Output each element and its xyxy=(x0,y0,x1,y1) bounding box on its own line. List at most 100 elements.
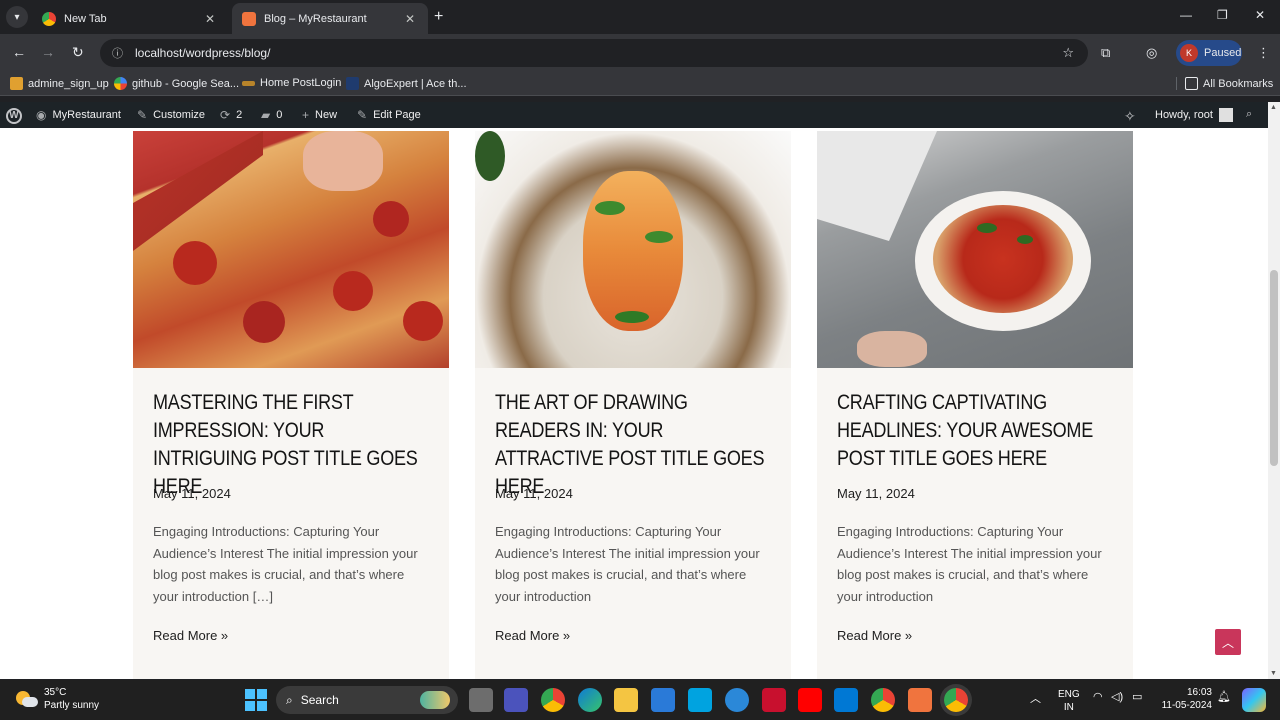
post-card: CRAFTING CAPTIVATING HEADLINES: YOUR AWE… xyxy=(817,131,1133,679)
reload-icon[interactable]: ↻ xyxy=(72,44,84,61)
post-title[interactable]: THE ART OF DRAWING READERS IN: YOUR ATTR… xyxy=(495,389,775,501)
close-window-icon[interactable]: ✕ xyxy=(1255,8,1265,22)
menu-icon[interactable]: ⋮ xyxy=(1257,45,1270,61)
post-image-pasta[interactable] xyxy=(475,131,791,368)
copilot-icon[interactable] xyxy=(1242,688,1266,712)
teams-icon[interactable] xyxy=(504,688,528,712)
edge-icon[interactable] xyxy=(578,688,602,712)
copilot-icon[interactable]: ◎ xyxy=(1146,45,1157,61)
pencil-icon: ✎ xyxy=(357,108,368,122)
new-content-link[interactable]: + New xyxy=(302,108,337,122)
extensions-icon[interactable]: ⧉ xyxy=(1101,45,1110,61)
profile-button[interactable]: K Paused xyxy=(1176,40,1242,66)
updates-link[interactable]: ⟳ 2 xyxy=(220,108,242,122)
weather-widget[interactable]: 35°C Partly sunny xyxy=(14,686,99,712)
taskbar-search[interactable]: ⌕ Search xyxy=(276,686,458,714)
all-bookmarks[interactable]: All Bookmarks xyxy=(1176,77,1273,90)
chrome-profile-icon[interactable] xyxy=(944,688,968,712)
profile-status: Paused xyxy=(1204,47,1242,59)
language-code: ENG xyxy=(1058,689,1080,700)
page-content: MASTERING THE FIRST IMPRESSION: YOUR INT… xyxy=(0,128,1268,679)
xampp-icon[interactable] xyxy=(908,688,932,712)
youtube-icon[interactable] xyxy=(798,688,822,712)
tab-new-tab[interactable]: New Tab ✕ xyxy=(32,3,228,34)
read-more-link[interactable]: Read More » xyxy=(495,628,570,643)
minimize-icon[interactable]: — xyxy=(1180,8,1192,22)
maximize-icon[interactable]: ❐ xyxy=(1217,8,1228,22)
bookmark-star-icon[interactable]: ☆ xyxy=(1062,45,1074,61)
search-icon[interactable]: ⌕ xyxy=(1246,108,1252,121)
edit-page-label: Edit Page xyxy=(373,109,421,121)
comments-link[interactable]: ▰ 0 xyxy=(261,108,282,122)
address-bar[interactable]: ⓘ localhost/wordpress/blog/ ☆ xyxy=(100,39,1088,67)
file-explorer-icon[interactable] xyxy=(614,688,638,712)
wp-admin-bar: W ◉ MyRestaurant ✎ Customize ⟳ 2 ▰ 0 + N… xyxy=(0,102,1280,128)
language-indicator[interactable]: ENG IN xyxy=(1058,688,1080,714)
close-tab-icon[interactable]: ✕ xyxy=(402,12,418,26)
new-tab-button[interactable]: + xyxy=(434,8,443,26)
bookmark-item[interactable]: github - Google Sea... xyxy=(114,77,239,90)
site-icon xyxy=(242,11,256,26)
my-account-link[interactable]: Howdy, root xyxy=(1155,108,1233,122)
search-label: Search xyxy=(300,693,339,707)
tray-overflow-icon[interactable]: ︿ xyxy=(1030,690,1041,706)
back-icon[interactable]: ← xyxy=(12,44,26,60)
bookmark-item[interactable]: admine_sign_up xyxy=(10,77,109,90)
post-excerpt: Engaging Introductions: Capturing Your A… xyxy=(495,524,760,604)
site-info-icon[interactable]: ⓘ xyxy=(112,45,123,61)
post-image-pizza[interactable] xyxy=(133,131,449,368)
scroll-to-top-button[interactable]: ︿ xyxy=(1215,629,1241,655)
bookmark-item[interactable]: Home PostLogin xyxy=(242,77,341,89)
avatar xyxy=(1218,108,1233,122)
bookmarks-bar: admine_sign_up github - Google Sea... Ho… xyxy=(0,72,1280,96)
tab-title: Blog – MyRestaurant xyxy=(264,12,367,25)
region-code: IN xyxy=(1063,702,1074,713)
chrome-icon[interactable] xyxy=(871,688,895,712)
post-card: MASTERING THE FIRST IMPRESSION: YOUR INT… xyxy=(133,131,449,679)
site-name-link[interactable]: ◉ MyRestaurant xyxy=(36,108,121,122)
bookmark-label: Home PostLogin xyxy=(260,77,342,89)
browser-toolbar: ← → ↻ ⓘ localhost/wordpress/blog/ ☆ ⧉ ◎ … xyxy=(0,34,1280,72)
post-title[interactable]: CRAFTING CAPTIVATING HEADLINES: YOUR AWE… xyxy=(837,389,1117,473)
read-more-link[interactable]: Read More » xyxy=(153,628,228,643)
bookmark-item[interactable]: AlgoExpert | Ace th... xyxy=(346,77,467,90)
app-icon[interactable] xyxy=(725,688,749,712)
dashboard-icon: ◉ xyxy=(36,108,47,122)
brush-icon: ✎ xyxy=(137,108,148,122)
chrome-icon xyxy=(42,11,56,26)
store-icon[interactable] xyxy=(651,688,675,712)
hp-icon[interactable] xyxy=(688,688,712,712)
battery-icon[interactable]: ▭ xyxy=(1132,690,1142,703)
wifi-icon[interactable]: ◠ xyxy=(1093,690,1103,703)
scrollbar-thumb[interactable] xyxy=(1270,270,1278,466)
close-tab-icon[interactable]: ✕ xyxy=(202,12,218,26)
notification-icon[interactable]: 🔔︎ xyxy=(1217,690,1231,703)
read-more-link[interactable]: Read More » xyxy=(837,628,912,643)
ai-sparkle-icon[interactable]: ✧ xyxy=(1124,108,1136,125)
page-scrollbar[interactable]: ▲ ▼ xyxy=(1268,102,1280,679)
volume-icon[interactable]: ◁) xyxy=(1111,690,1123,703)
scroll-up-icon[interactable]: ▲ xyxy=(1270,104,1277,111)
task-view-icon[interactable] xyxy=(469,688,493,712)
weather-icon xyxy=(14,689,38,709)
edit-page-link[interactable]: ✎ Edit Page xyxy=(357,108,421,122)
post-date: May 11, 2024 xyxy=(837,486,915,501)
bookmark-favicon-icon xyxy=(10,77,23,90)
wordpress-logo-icon[interactable]: W xyxy=(6,108,22,124)
date: 11-05-2024 xyxy=(1161,700,1212,711)
start-icon[interactable] xyxy=(244,688,268,712)
mcafee-icon[interactable] xyxy=(762,688,786,712)
post-image-spaghetti[interactable] xyxy=(817,131,1133,368)
weather-text: Partly sunny xyxy=(44,700,100,711)
tab-search-button[interactable]: ▾ xyxy=(6,6,28,28)
temperature: 35°C xyxy=(44,687,67,698)
forward-icon[interactable]: → xyxy=(41,44,55,60)
tab-blog[interactable]: Blog – MyRestaurant ✕ xyxy=(232,3,428,34)
vscode-icon[interactable] xyxy=(834,688,858,712)
post-title[interactable]: MASTERING THE FIRST IMPRESSION: YOUR INT… xyxy=(153,389,433,501)
bookmark-label: github - Google Sea... xyxy=(132,77,240,90)
customize-link[interactable]: ✎ Customize xyxy=(137,108,205,122)
clock[interactable]: 16:03 11-05-2024 xyxy=(1156,686,1212,712)
scroll-down-icon[interactable]: ▼ xyxy=(1270,670,1277,677)
chrome-icon[interactable] xyxy=(541,688,565,712)
